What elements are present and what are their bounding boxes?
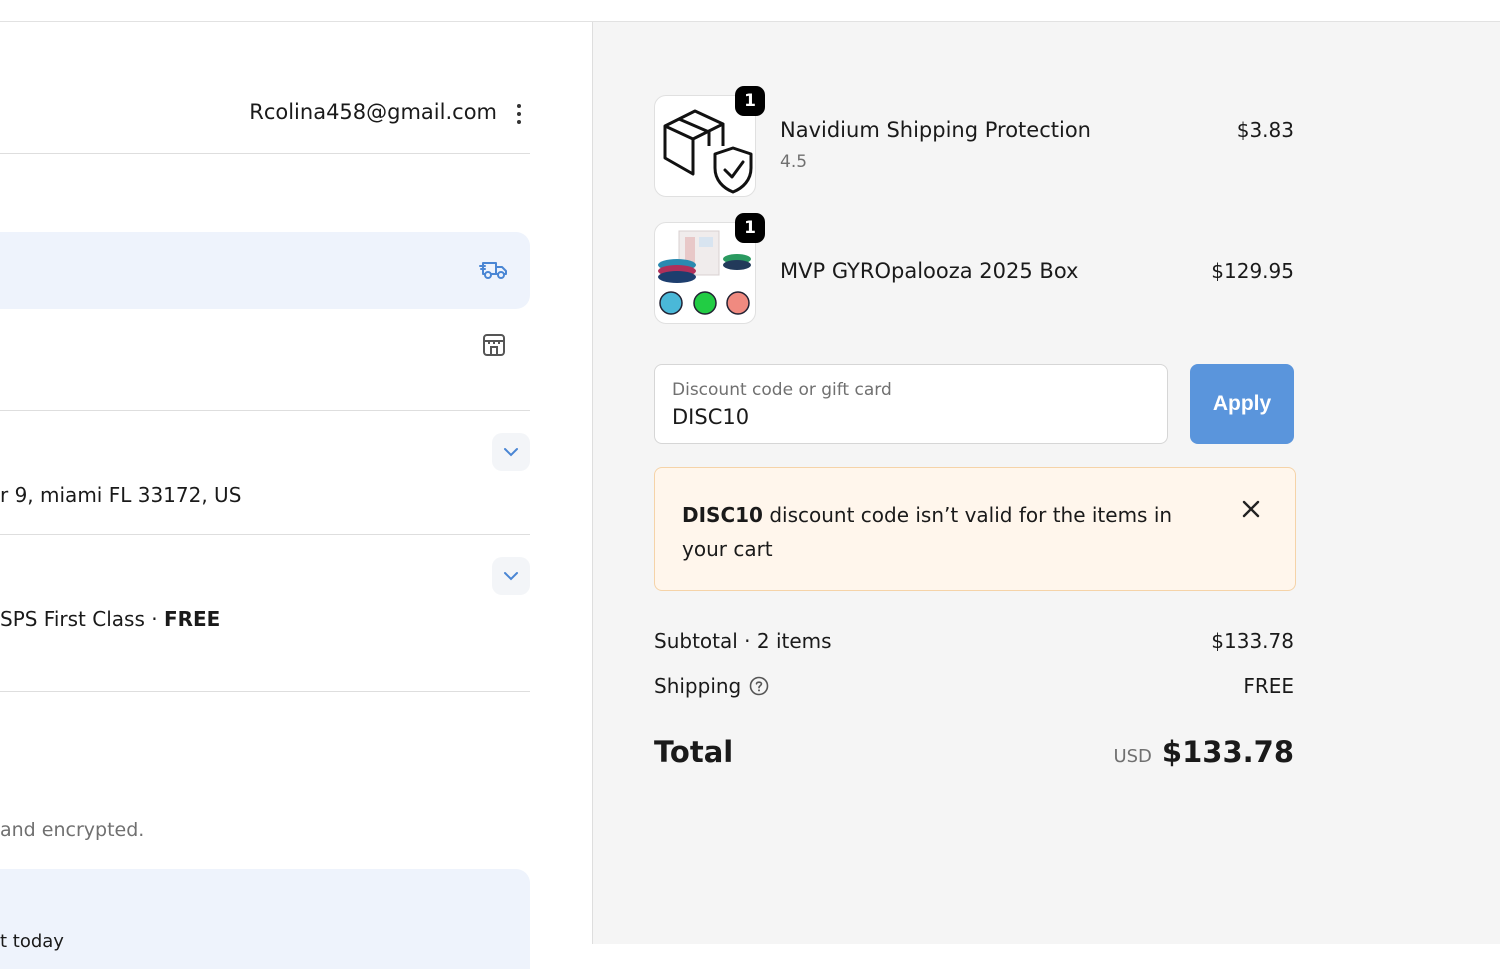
account-email: Rcolina458@gmail.com bbox=[249, 100, 497, 124]
chevron-down-icon bbox=[504, 448, 518, 457]
item-price: $3.83 bbox=[1236, 118, 1294, 142]
quantity-badge: 1 bbox=[735, 86, 765, 116]
close-icon[interactable] bbox=[1240, 498, 1262, 520]
item-variant: 4.5 bbox=[780, 152, 808, 172]
order-summary: 1 Navidium Shipping Protection 4.5 $3.83… bbox=[592, 22, 1500, 944]
total-currency: USD bbox=[1113, 746, 1152, 767]
divider bbox=[0, 410, 530, 411]
divider bbox=[0, 153, 530, 154]
discount-code-input[interactable]: Discount code or gift card DISC10 bbox=[654, 364, 1168, 444]
subtotal-label: Subtotal · 2 items bbox=[654, 629, 832, 653]
checkout-form: Rcolina458@gmail.com r 9, miami FL 33172… bbox=[0, 22, 591, 969]
store-icon[interactable] bbox=[481, 332, 507, 358]
error-code: DISC10 bbox=[682, 503, 763, 527]
item-name: Navidium Shipping Protection bbox=[780, 118, 1091, 142]
apply-discount-button[interactable]: Apply bbox=[1190, 364, 1294, 444]
shipping-method: SPS First Class · FREE bbox=[0, 607, 220, 631]
ship-to-expand-button[interactable] bbox=[492, 433, 530, 471]
item-price: $129.95 bbox=[1211, 259, 1294, 283]
chevron-down-icon bbox=[504, 572, 518, 581]
discount-error-message: DISC10 discount code isn’t valid for the… bbox=[682, 498, 1222, 566]
shipping-value: FREE bbox=[1243, 674, 1294, 698]
shipping-method-expand-button[interactable] bbox=[492, 557, 530, 595]
shipping-label: Shipping bbox=[654, 674, 742, 698]
payment-security-note: and encrypted. bbox=[0, 819, 145, 841]
item-name: MVP GYROpalooza 2025 Box bbox=[780, 259, 1079, 283]
total-label: Total bbox=[654, 735, 734, 769]
payment-option-text: t today bbox=[0, 931, 64, 952]
discount-error-banner: DISC10 discount code isn’t valid for the… bbox=[654, 467, 1296, 591]
shipping-method-price: FREE bbox=[163, 607, 221, 631]
more-options-icon[interactable] bbox=[513, 102, 525, 128]
shipping-method-name: SPS First Class · bbox=[0, 607, 164, 631]
delivery-truck-icon[interactable] bbox=[478, 254, 510, 282]
top-bar bbox=[0, 0, 1500, 22]
delivery-option-ship[interactable] bbox=[0, 232, 530, 309]
help-icon[interactable] bbox=[749, 676, 769, 701]
divider bbox=[0, 534, 530, 535]
subtotal-value: $133.78 bbox=[1211, 629, 1294, 653]
quantity-badge: 1 bbox=[735, 213, 765, 243]
total-amount-group: USD $133.78 bbox=[1113, 735, 1294, 769]
ship-to-address: r 9, miami FL 33172, US bbox=[0, 483, 242, 507]
shipping-row: Shipping bbox=[654, 674, 769, 701]
item-thumbnail: 1 bbox=[654, 86, 765, 197]
discount-code-label: Discount code or gift card bbox=[672, 380, 892, 400]
divider bbox=[0, 691, 530, 692]
item-thumbnail: 1 bbox=[654, 213, 765, 324]
payment-option-card[interactable] bbox=[0, 869, 530, 969]
discount-code-value[interactable]: DISC10 bbox=[672, 405, 749, 429]
total-value: $133.78 bbox=[1161, 735, 1294, 769]
